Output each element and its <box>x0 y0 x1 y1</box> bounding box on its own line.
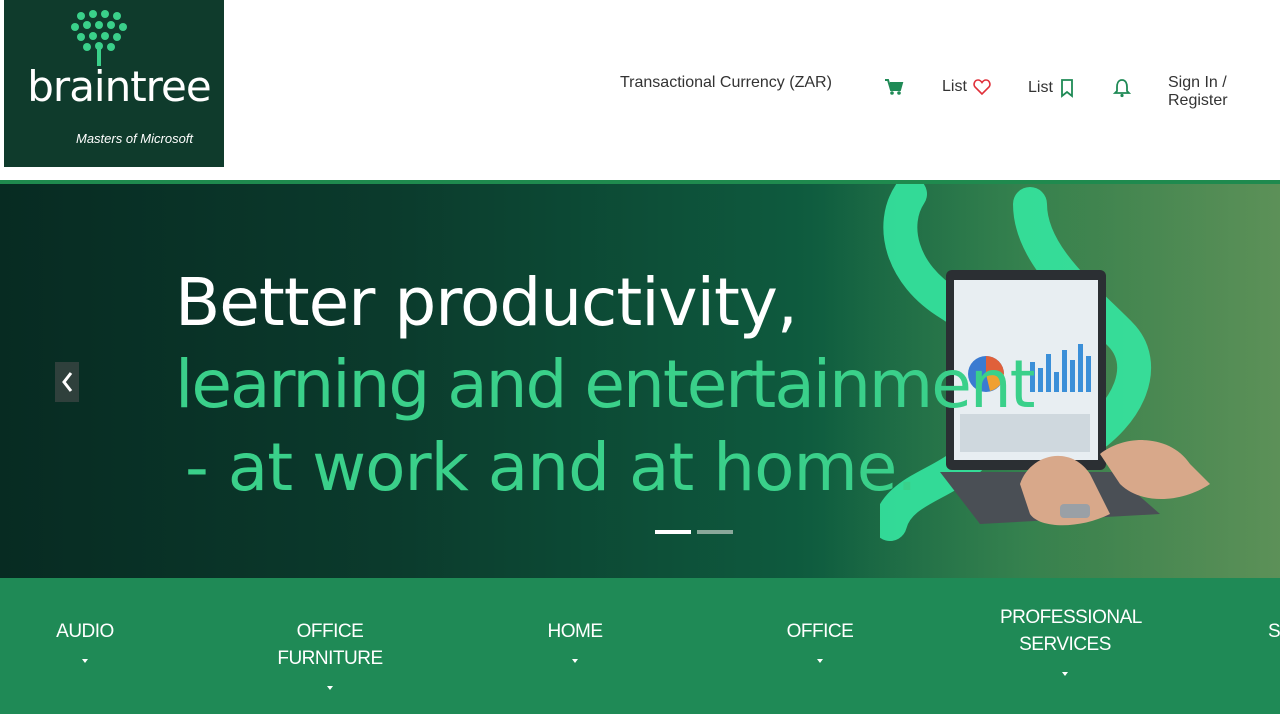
category-label: OFFICE FURNITURE <box>277 621 383 669</box>
site-header: braintree Masters of Microsoft Transacti… <box>0 0 1280 182</box>
hero-carousel: Better productivity, learning and entert… <box>0 184 1280 578</box>
bookmark-icon <box>1061 79 1073 98</box>
bell-icon <box>1112 79 1132 98</box>
category-label: S <box>1268 621 1280 642</box>
logo-wordmark: braintree <box>27 62 211 111</box>
carousel-indicator-2[interactable] <box>697 530 733 534</box>
caret-down-icon <box>82 659 88 663</box>
notifications-button[interactable] <box>1112 78 1132 103</box>
tree-logo-icon <box>71 10 127 66</box>
category-office[interactable]: OFFICE <box>775 618 865 663</box>
category-label: PROFESSIONAL SERVICES <box>1000 607 1142 655</box>
hero-headline-line2: learning and entertainment <box>175 346 1036 423</box>
cart-button[interactable] <box>884 77 904 102</box>
category-partial[interactable]: S <box>1268 618 1280 645</box>
caret-down-icon <box>817 659 823 663</box>
hero-headline-line1: Better productivity, <box>175 264 798 341</box>
category-label: OFFICE <box>786 621 854 642</box>
carousel-indicator-1[interactable] <box>655 530 691 534</box>
page-bottom-edge <box>0 714 1280 720</box>
heart-icon <box>973 79 991 96</box>
hero-headline-line3: - at work and at home. <box>185 429 917 506</box>
category-audio[interactable]: AUDIO <box>40 618 130 663</box>
category-home[interactable]: HOME <box>535 618 615 663</box>
sign-in-register-link[interactable]: Sign In / Register <box>1168 74 1280 110</box>
category-label: HOME <box>547 621 604 642</box>
category-label: AUDIO <box>56 621 114 642</box>
braintree-logo[interactable]: braintree Masters of Microsoft <box>4 0 224 167</box>
currency-selector[interactable]: Transactional Currency (ZAR) <box>620 74 832 92</box>
saved-list-link[interactable]: List <box>1028 78 1075 98</box>
cart-icon <box>885 79 904 95</box>
wishlist-link[interactable]: List <box>942 78 991 96</box>
caret-down-icon <box>1062 672 1068 676</box>
caret-down-icon <box>572 659 578 663</box>
wishlist-label: List <box>942 78 967 95</box>
logo-tagline: Masters of Microsoft <box>76 131 194 146</box>
carousel-prev-button[interactable] <box>55 362 79 402</box>
caret-down-icon <box>327 686 333 690</box>
category-nav: AUDIO OFFICE FURNITURE HOME OFFICE PROFE… <box>0 578 1280 714</box>
saved-list-label: List <box>1028 79 1053 96</box>
category-office-furniture[interactable]: OFFICE FURNITURE <box>250 618 410 690</box>
chevron-left-icon <box>62 372 73 392</box>
category-professional-services[interactable]: PROFESSIONAL SERVICES <box>1000 604 1142 676</box>
